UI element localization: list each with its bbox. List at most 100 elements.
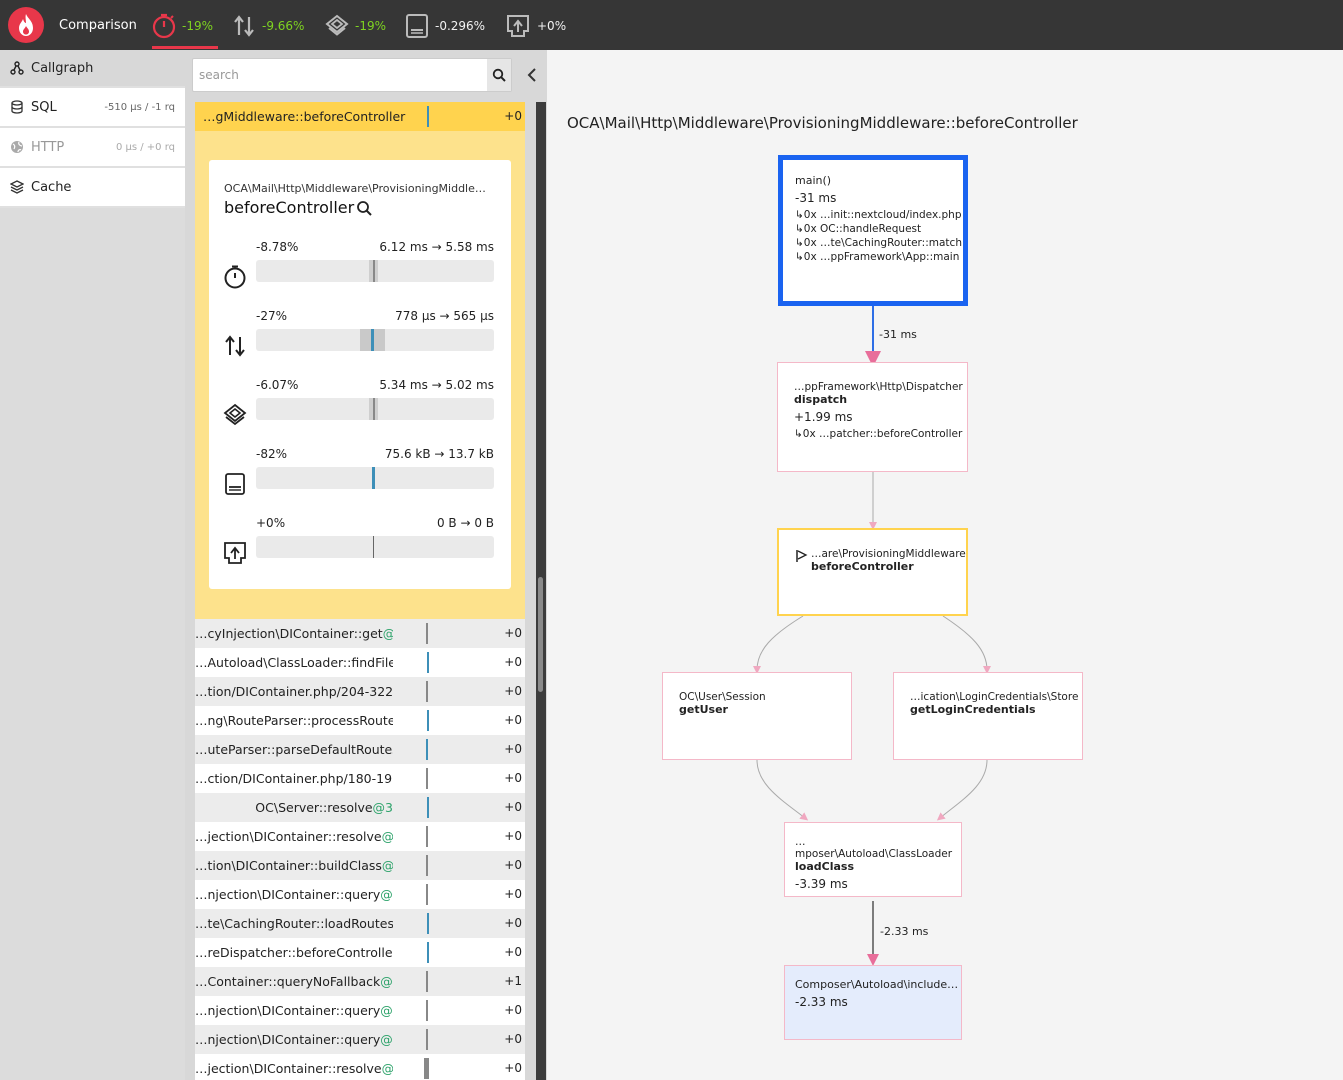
metric-memory[interactable]: -0.296% [405,12,485,40]
list-item[interactable]: …jection\DIContainer::resolve@1 +0 [195,1054,525,1080]
function-list-panel: …gMiddleware::beforeController +0 OCA\Ma… [185,50,547,1080]
list-item[interactable]: …njection\DIContainer::query@4 +0 [195,880,525,909]
node-time: -31 ms [795,191,837,205]
search-icon[interactable] [356,200,372,216]
graph-node-dispatch[interactable]: …ppFramework\Http\Dispatcher dispatch +1… [777,362,968,472]
metric-io[interactable]: -9.66% [232,12,304,40]
node-calls: ↳0x …init::nextcloud/index.php ↳0x OC::h… [795,208,963,264]
list-item[interactable]: …njection\DIContainer::query@3 +0 [195,1025,525,1054]
diff-marker [373,398,375,420]
list-item[interactable]: …Container::queryNoFallback@3 +1 [195,967,525,996]
metric-diff-bar [256,260,494,282]
nav-label: HTTP [31,139,65,155]
row-diff-bar [427,652,429,673]
list-item[interactable]: …te\CachingRouter::loadRoutes +0 [195,909,525,938]
graph-node-store[interactable]: …ication\LoginCredentials\Store getLogin… [893,672,1083,760]
list-item[interactable]: …ng\RouteParser::processRoute +0 [195,706,525,735]
list-item[interactable]: …ction/DIContainer.php/180-191 +0 [195,764,525,793]
metric-range: 6.12 ms → 5.58 ms [379,240,494,254]
metric-diff-bar [256,467,494,489]
row-name-text: …njection\DIContainer::query [195,1003,381,1018]
metric-value: -0.296% [435,19,486,33]
selected-function-row[interactable]: …gMiddleware::beforeController +0 [195,102,525,131]
timer-icon [152,13,176,39]
row-name: …Container::queryNoFallback@3 [195,974,393,989]
graph-node-include[interactable]: Composer\Autoload\include… -2.33 ms [784,965,962,1040]
row-value: +0 [504,916,522,930]
search-button[interactable] [487,59,511,91]
metric-cpu[interactable]: -19% [325,12,386,40]
list-item[interactable]: …jection\DIContainer::resolve@3 +0 [195,822,525,851]
row-call-count: @4 [380,887,393,902]
node-calls: ↳0x …patcher::beforeController [794,427,967,441]
row-value: +0 [504,742,522,756]
metric-percent: +0% [256,516,286,530]
graph-node-main[interactable]: main() -31 ms ↳0x …init::nextcloud/index… [778,155,968,306]
row-diff-bar [426,1000,428,1021]
row-name: …reDispatcher::beforeController [195,945,393,960]
nav-item-http[interactable]: HTTP 0 µs / +0 rq [0,128,185,168]
row-diff-bar [426,739,428,760]
row-call-count: @3 [372,800,393,815]
list-item[interactable]: …reDispatcher::beforeController +0 [195,938,525,967]
list-item[interactable]: …uteParser::parseDefaultRoutes +0 [195,735,525,764]
row-name-text: …ng\RouteParser::processRoute [195,713,393,728]
list-item[interactable]: …tion/DIContainer.php/204-322 +0 [195,677,525,706]
scrollbar[interactable] [536,102,546,1080]
cpu-icon [325,14,349,36]
io-arrows-icon [225,335,245,357]
row-name: …ction/DIContainer.php/180-191 [195,771,393,786]
metric-value: -19% [182,19,214,33]
nav-stat: -510 µs / -1 rq [104,101,175,113]
metric-diff-bar [256,398,494,420]
list-item[interactable]: …Autoload\ClassLoader::findFile +0 [195,648,525,677]
list-item[interactable]: OC\Server::resolve@3 +0 [195,793,525,822]
collapse-panel-button[interactable] [523,66,541,84]
callgraph-canvas[interactable]: OCA\Mail\Http\Middleware\ProvisioningMid… [547,50,1343,1080]
detail-namespace: OCA\Mail\Http\Middleware\ProvisioningMid… [224,182,486,195]
memory-icon [225,473,245,495]
row-diff-bar [427,106,429,127]
row-name: …te\CachingRouter::loadRoutes [195,916,393,931]
row-name-text: …Autoload\ClassLoader::findFile [195,655,393,670]
metric-range: 0 B → 0 B [436,516,494,530]
nav-stat: 0 µs / +0 rq [115,141,175,153]
metric-network[interactable]: +0% [505,12,566,40]
row-value: +0 [504,887,522,901]
graph-node-loader[interactable]: …mposer\Autoload\ClassLoader loadClass -… [784,822,962,897]
graph-node-session[interactable]: OC\User\Session getUser [662,672,852,760]
search-input[interactable] [193,59,487,91]
row-value: +0 [504,945,522,959]
metric-wall-time[interactable]: -19% [152,12,213,40]
list-item[interactable]: …njection\DIContainer::query@2 +0 [195,996,525,1025]
row-value: +1 [504,974,522,988]
detail-metric-io: -27% 778 µs → 565 µs [209,309,511,369]
nav-item-cache[interactable]: Cache [0,168,185,208]
list-item[interactable]: …cyInjection\DIContainer::get@1 +0 [195,619,525,648]
node-namespace: …mposer\Autoload\ClassLoader [795,836,953,860]
list-item[interactable]: …tion\DIContainer::buildClass@3 +0 [195,851,525,880]
metric-diff-bar [256,329,494,351]
detail-function: beforeController [224,198,372,217]
row-name: …ng\RouteParser::processRoute [195,713,393,728]
blackfire-logo-icon[interactable] [8,7,44,43]
detail-function-name: beforeController [224,198,355,217]
graph-node-selected[interactable]: …are\ProvisioningMiddleware beforeContro… [777,528,968,616]
node-namespace: …are\ProvisioningMiddleware [811,548,966,560]
row-diff-bar [426,971,428,992]
row-diff-bar [427,942,429,963]
row-name-text: …tion\DIContainer::buildClass [195,858,382,873]
row-name-text: …reDispatcher::beforeController [195,945,393,960]
node-function: beforeController [811,560,914,573]
row-diff-bar [426,623,428,644]
nav-item-sql[interactable]: SQL -510 µs / -1 rq [0,88,185,128]
row-name: …Autoload\ClassLoader::findFile [195,655,393,670]
row-name-text: …Container::queryNoFallback [195,974,381,989]
row-value: +0 [504,684,522,698]
row-call-count: @2 [380,1003,393,1018]
node-function: getUser [679,703,728,716]
function-detail-card: OCA\Mail\Http\Middleware\ProvisioningMid… [209,160,511,589]
row-name-text: …jection\DIContainer::resolve [195,1061,382,1076]
nav-item-callgraph[interactable]: Callgraph [0,50,185,88]
scrollbar-thumb[interactable] [538,577,543,692]
